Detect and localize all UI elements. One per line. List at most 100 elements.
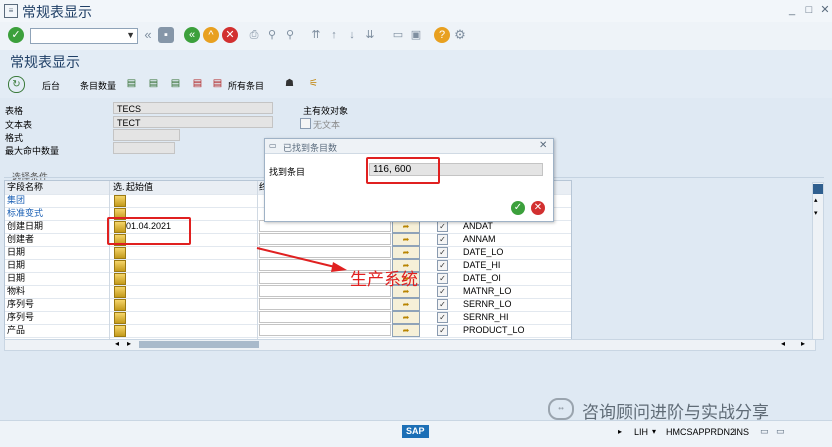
scroll-right-icon-2[interactable]: ▸: [801, 339, 805, 348]
minimize-icon[interactable]: _: [786, 4, 798, 16]
status-user-icon: ▭: [776, 426, 785, 436]
find-icon[interactable]: ⚲: [264, 27, 280, 43]
output-checkbox[interactable]: ✓: [437, 234, 448, 245]
next-page-icon[interactable]: ↓: [344, 27, 360, 43]
application-toolbar: ↻ 后台 条目数量 ▤ ▤ ▤ ▤ ▤ 所有条目 ☗ ⚟: [0, 72, 832, 99]
table-row: 物料 ➦ ✓ MATNR_LO: [5, 285, 571, 299]
format-field[interactable]: [113, 129, 180, 141]
cancel-button[interactable]: ✕: [531, 201, 545, 215]
select-all-icon[interactable]: ▤: [146, 76, 161, 91]
exit-icon[interactable]: ^: [203, 27, 219, 43]
window-menu-icon[interactable]: ≡: [4, 4, 18, 18]
header-select: 选.: [113, 182, 125, 192]
output-checkbox[interactable]: ✓: [437, 299, 448, 310]
chevron-down-icon[interactable]: ▼: [126, 30, 135, 40]
no-text-checkbox[interactable]: [300, 118, 311, 129]
highlight-found-entries: [366, 157, 440, 184]
status-client: LIH: [634, 427, 649, 437]
all-entries-button[interactable]: 所有条目: [228, 79, 264, 92]
output-checkbox[interactable]: ✓: [437, 286, 448, 297]
dialog-close-icon[interactable]: ✕: [539, 140, 547, 151]
selection-options-icon[interactable]: ▤: [168, 76, 183, 91]
multiple-selection-icon[interactable]: ➦: [392, 324, 420, 337]
background-button[interactable]: 后台: [42, 79, 60, 92]
table-field[interactable]: TECS: [113, 102, 273, 114]
from-value-field[interactable]: [123, 285, 257, 297]
close-icon[interactable]: ✕: [819, 4, 831, 16]
settings-icon[interactable]: ⚙: [452, 27, 468, 43]
text-table-field[interactable]: TECT: [113, 116, 273, 128]
all-entries-icon[interactable]: ▤: [210, 76, 225, 91]
multiple-selection-icon[interactable]: ➦: [392, 311, 420, 324]
back-icon[interactable]: «: [184, 27, 200, 43]
highlight-creation-date: [107, 217, 191, 245]
row-field-name: 序列号: [7, 299, 35, 309]
status-client-dropdown-icon[interactable]: ▾: [652, 427, 656, 436]
first-page-icon[interactable]: ⇈: [308, 27, 324, 43]
shortcut-icon[interactable]: ▣: [408, 27, 424, 43]
to-value-field[interactable]: [259, 233, 391, 245]
row-field-name: 日期: [7, 273, 26, 283]
from-value-field[interactable]: [123, 311, 257, 323]
scroll-thumb[interactable]: [139, 341, 259, 348]
delete-selection-icon[interactable]: ▤: [190, 76, 205, 91]
multiple-selection-icon[interactable]: ➦: [392, 233, 420, 246]
wechat-icon: ••: [548, 398, 574, 420]
row-field-name: 标准变式: [7, 208, 44, 218]
annotation-arrow: [256, 247, 347, 272]
find-next-icon[interactable]: ⚲: [282, 27, 298, 43]
scroll-up-icon[interactable]: ▴: [814, 196, 818, 204]
to-value-field[interactable]: [259, 298, 391, 310]
entry-count-button[interactable]: 条目数量: [80, 79, 116, 92]
history-back-icon[interactable]: «: [140, 27, 156, 43]
multiple-selection-icon[interactable]: ➦: [392, 246, 420, 259]
status-mode: INS: [734, 427, 750, 437]
from-value-field[interactable]: [123, 194, 257, 206]
from-value-field[interactable]: [123, 272, 257, 284]
from-value-field[interactable]: [123, 259, 257, 271]
select-fields-icon[interactable]: ▤: [124, 76, 139, 91]
hierarchy-icon[interactable]: ⚟: [306, 76, 321, 91]
maximize-icon[interactable]: □: [803, 4, 815, 16]
horizontal-scrollbar[interactable]: ◂ ▸ ◂ ▸: [4, 339, 816, 351]
from-value-field[interactable]: [123, 324, 257, 336]
row-field-name: 集团: [7, 195, 26, 205]
cancel-icon[interactable]: ✕: [222, 27, 238, 43]
dialog-title: 已找到条目数: [283, 143, 338, 153]
user-settings-icon[interactable]: ☗: [282, 76, 297, 91]
multiple-selection-icon[interactable]: ➦: [392, 298, 420, 311]
scroll-left-icon-2[interactable]: ◂: [781, 339, 785, 348]
command-field[interactable]: ▼: [30, 28, 138, 44]
print-icon[interactable]: ⎙: [246, 27, 262, 43]
last-page-icon[interactable]: ⇊: [362, 27, 378, 43]
help-icon[interactable]: ?: [434, 27, 450, 43]
format-label: 格式: [5, 133, 24, 143]
from-value-field[interactable]: [123, 246, 257, 258]
table-settings-icon[interactable]: [813, 184, 823, 194]
output-checkbox[interactable]: ✓: [437, 260, 448, 271]
output-checkbox[interactable]: ✓: [437, 247, 448, 258]
to-value-field[interactable]: [259, 324, 391, 336]
output-checkbox[interactable]: ✓: [437, 273, 448, 284]
previous-page-icon[interactable]: ↑: [326, 27, 342, 43]
output-checkbox[interactable]: ✓: [437, 325, 448, 336]
confirm-button[interactable]: ✓: [511, 201, 525, 215]
to-value-field[interactable]: [259, 311, 391, 323]
save-icon[interactable]: ▪: [158, 27, 174, 43]
scroll-down-icon[interactable]: ▾: [814, 209, 818, 217]
row-field-name: 物料: [7, 286, 26, 296]
from-value-field[interactable]: [123, 298, 257, 310]
status-bar: SAP ▸ LIH ▾ HMCSAPPRDN2 INS ▭ ▭: [0, 420, 832, 447]
output-checkbox[interactable]: ✓: [437, 221, 448, 232]
scroll-right-icon[interactable]: ▸: [127, 339, 131, 348]
max-hits-field[interactable]: [113, 142, 175, 154]
vertical-scrollbar[interactable]: ▴ ▾: [812, 182, 824, 340]
enter-icon[interactable]: ✓: [8, 27, 24, 43]
output-checkbox[interactable]: ✓: [437, 312, 448, 323]
standard-toolbar: ✓ ▼ « ▪ « ^ ✕ ⎙ ⚲ ⚲ ⇈ ↑ ↓ ⇊ ▭ ▣ ? ⚙: [0, 22, 832, 51]
scroll-left-icon[interactable]: ◂: [115, 339, 119, 348]
status-expand-icon[interactable]: ▸: [618, 427, 622, 436]
technical-field-name: SERNR_LO: [463, 299, 512, 309]
new-session-icon[interactable]: ▭: [390, 27, 406, 43]
execute-icon[interactable]: ↻: [8, 76, 25, 93]
